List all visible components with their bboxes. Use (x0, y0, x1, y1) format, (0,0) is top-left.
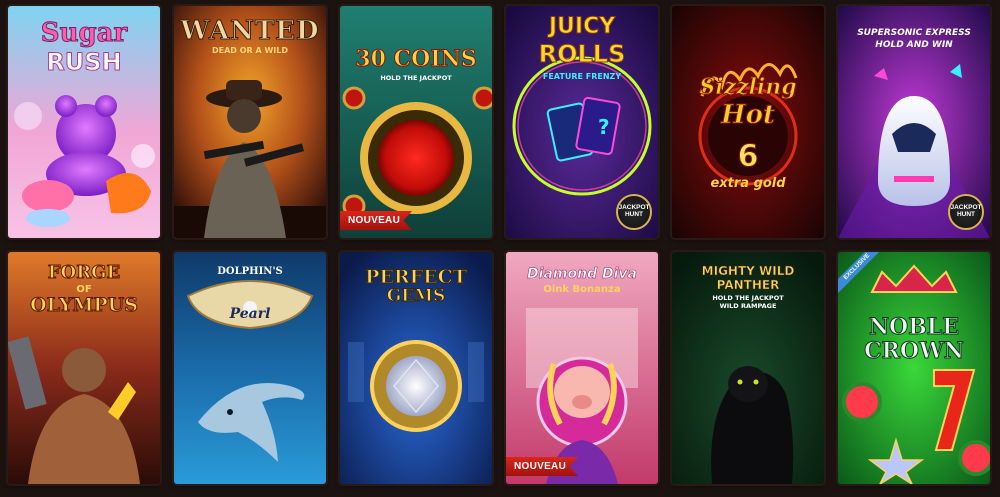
dolphins-pearl-artwork (174, 252, 326, 484)
game-tile-diamond-diva-oink-bonanza[interactable]: Diamond Diva Oink Bonanza NOUVEAU (506, 252, 658, 484)
sugar-rush-artwork (8, 6, 160, 238)
game-tile-30-coins[interactable]: 30 COINS HOLD THE JACKPOT NOUVEAU (340, 6, 492, 238)
new-badge: NOUVEAU (506, 457, 579, 476)
game-tile-perfect-gems[interactable]: PERFECT GEMS (340, 252, 492, 484)
game-tile-noble-crown[interactable]: NOBLE CROWN EXCLUSIVE (838, 252, 990, 484)
mighty-wild-panther-artwork (672, 252, 824, 484)
wanted-artwork (174, 6, 326, 238)
game-grid: Sugar RUSH WANTED DEAD OR A WILD 30 COIN… (0, 0, 1000, 497)
diamond-diva-artwork (506, 252, 658, 484)
jackpot-hunt-badge: JACKPOT HUNT (948, 194, 984, 230)
noble-crown-artwork (838, 252, 990, 484)
game-tile-sugar-rush[interactable]: Sugar RUSH (8, 6, 160, 238)
game-tile-forge-of-olympus[interactable]: FORGE OF OLYMPUS (8, 252, 160, 484)
game-tile-dolphins-pearl[interactable]: DOLPHIN'S Pearl (174, 252, 326, 484)
jackpot-hunt-badge: JACKPOT HUNT (616, 194, 652, 230)
game-tile-sizzling-hot-6-extra-gold[interactable]: Sizzling Hot 6 extra gold (672, 6, 824, 238)
svg-text:?: ? (598, 115, 610, 139)
game-tile-mighty-wild-panther[interactable]: MIGHTY WILD PANTHER HOLD THE JACKPOT WIL… (672, 252, 824, 484)
game-tile-juicy-rolls[interactable]: ? JUICY ROLLS FEATURE FRENZY JACKPOT HUN… (506, 6, 658, 238)
forge-of-olympus-artwork (8, 252, 160, 484)
game-tile-supersonic-express[interactable]: SUPERSONIC EXPRESS HOLD AND WIN JACKPOT … (838, 6, 990, 238)
30-coins-artwork (340, 6, 492, 238)
new-badge: NOUVEAU (340, 211, 413, 230)
perfect-gems-artwork (340, 252, 492, 484)
game-tile-wanted-dead-or-a-wild[interactable]: WANTED DEAD OR A WILD (174, 6, 326, 238)
sizzling-hot-artwork (672, 6, 824, 238)
